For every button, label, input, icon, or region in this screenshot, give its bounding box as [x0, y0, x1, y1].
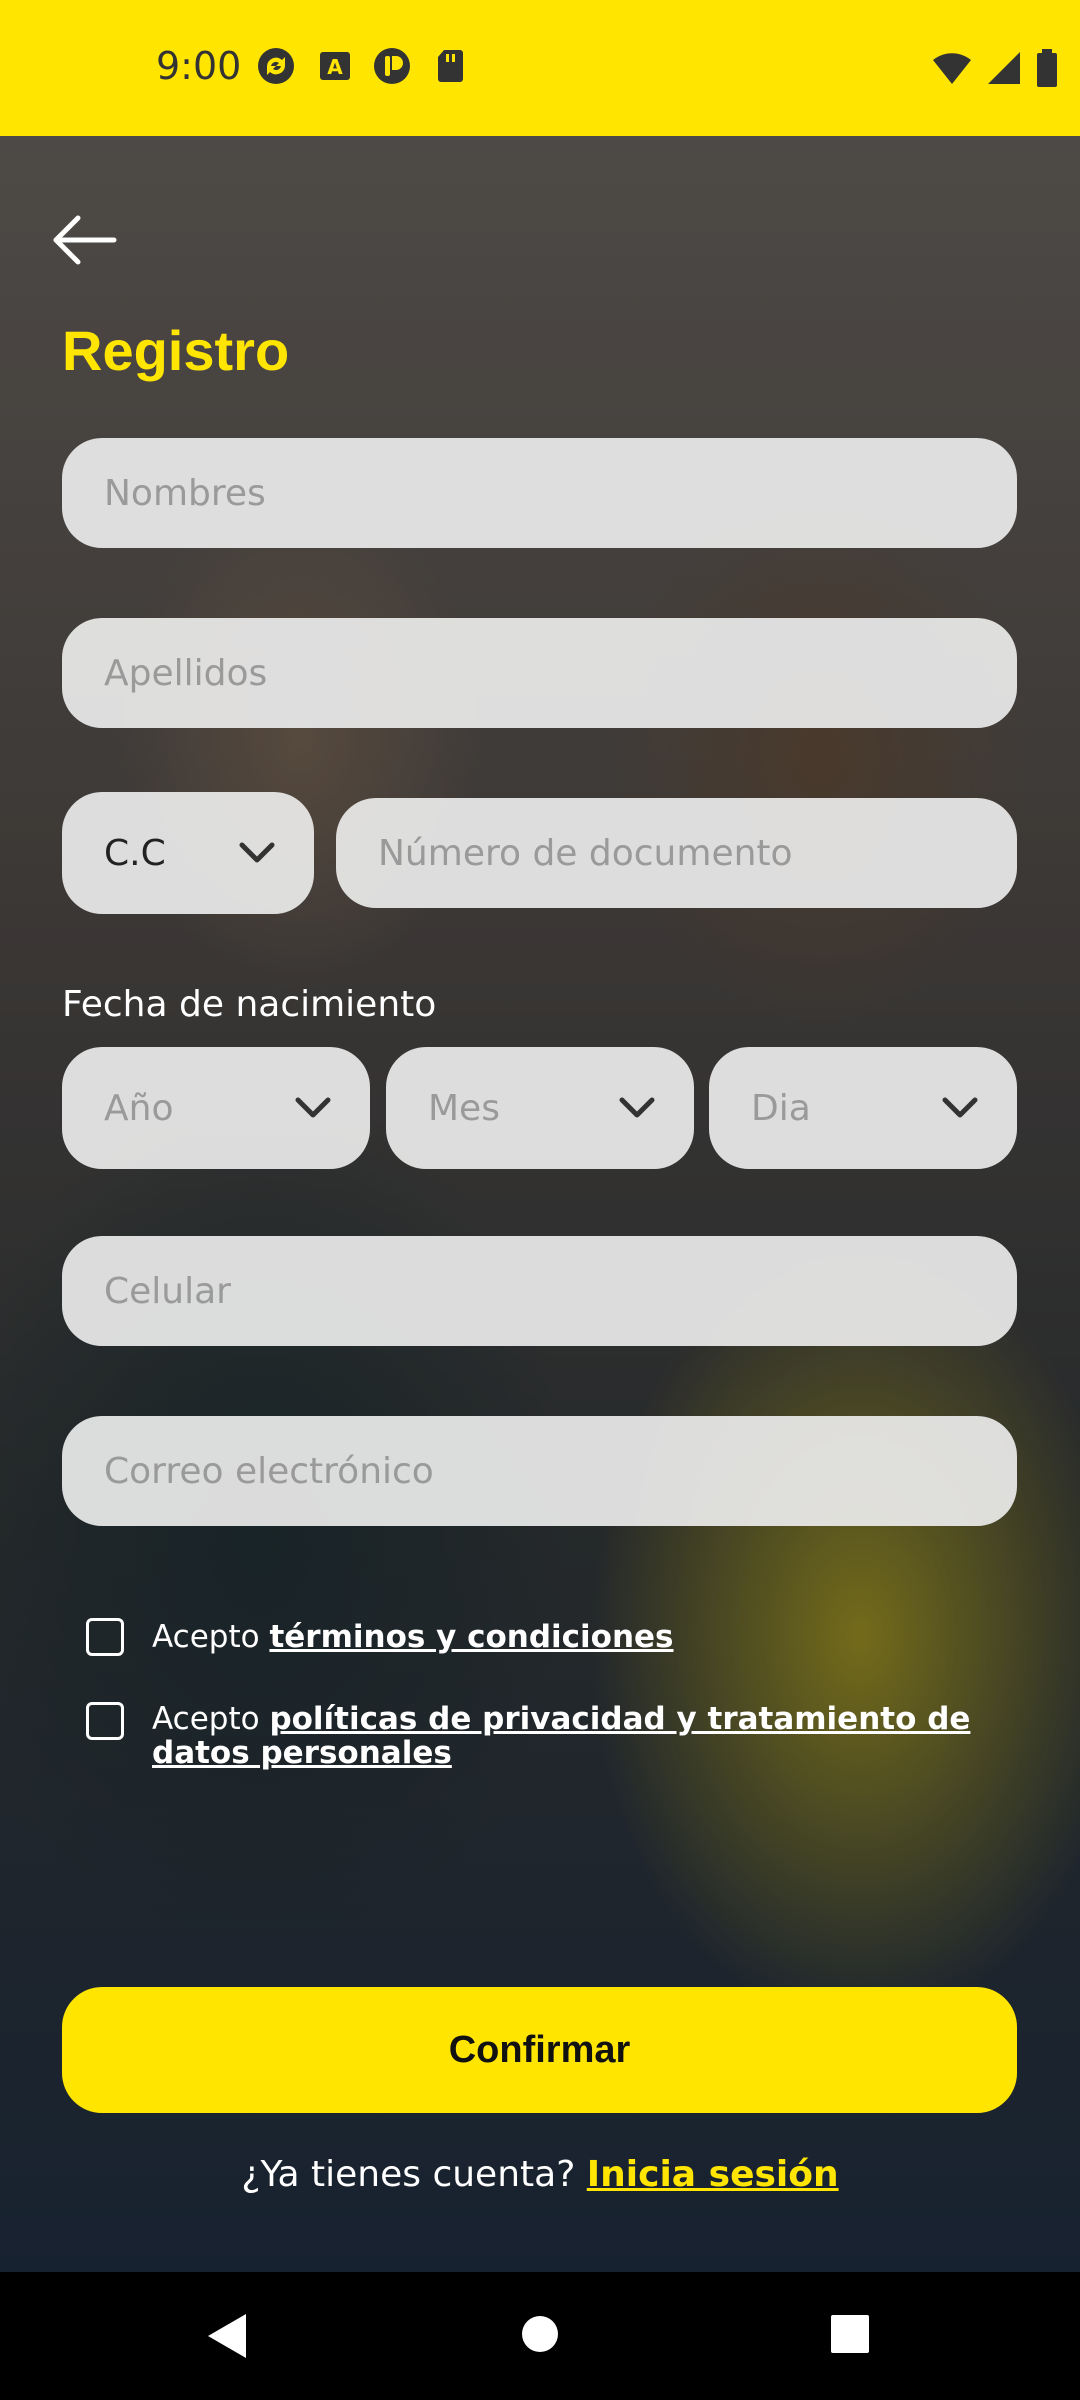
nav-back-icon[interactable]: [204, 2312, 250, 2360]
text-a-icon: A: [320, 52, 350, 80]
document-type-value: C.C: [104, 832, 166, 874]
system-nav-bar: [0, 2272, 1080, 2400]
document-type-select[interactable]: C.C: [62, 792, 314, 914]
email-field[interactable]: Correo electrónico: [62, 1416, 1017, 1526]
chevron-down-icon: [295, 1097, 331, 1118]
sync-icon: [258, 48, 294, 84]
wifi-icon: [933, 53, 971, 84]
terms-link[interactable]: términos y condiciones: [269, 1619, 673, 1655]
year-select[interactable]: Año: [62, 1047, 370, 1169]
apellidos-placeholder: Apellidos: [104, 652, 268, 694]
month-select[interactable]: Mes: [386, 1047, 694, 1169]
month-placeholder: Mes: [428, 1087, 500, 1129]
apellidos-field[interactable]: Apellidos: [62, 618, 1017, 728]
year-placeholder: Año: [104, 1087, 174, 1129]
nav-recents-icon[interactable]: [830, 2314, 870, 2354]
privacy-prefix: Acepto: [152, 1701, 260, 1737]
back-arrow-icon[interactable]: [48, 210, 128, 270]
terms-prefix: Acepto: [152, 1619, 260, 1655]
phone-field[interactable]: Celular: [62, 1236, 1017, 1346]
svg-text:A: A: [327, 55, 343, 79]
privacy-checkbox[interactable]: [86, 1702, 124, 1740]
pocket-icon: [374, 48, 410, 84]
chevron-down-icon: [942, 1097, 978, 1118]
confirm-button[interactable]: Confirmar: [62, 1987, 1017, 2113]
page-title: Registro: [62, 319, 290, 382]
login-prompt: ¿Ya tienes cuenta?: [241, 2154, 576, 2195]
document-number-placeholder: Número de documento: [378, 832, 793, 874]
signal-icon: [988, 52, 1020, 84]
document-number-field[interactable]: Número de documento: [336, 798, 1017, 908]
terms-text: Acepto términos y condiciones: [152, 1620, 1012, 1654]
chevron-down-icon: [619, 1097, 655, 1118]
chevron-down-icon: [239, 842, 275, 863]
day-placeholder: Dia: [751, 1087, 811, 1129]
nombres-placeholder: Nombres: [104, 472, 266, 514]
sd-card-icon: [438, 50, 463, 82]
email-placeholder: Correo electrónico: [104, 1450, 434, 1492]
nav-home-icon[interactable]: [520, 2314, 560, 2354]
battery-icon: [1037, 49, 1057, 87]
status-bar: 9:00 A: [0, 0, 1080, 136]
phone-placeholder: Celular: [104, 1270, 231, 1312]
privacy-text: Acepto políticas de privacidad y tratami…: [152, 1702, 1012, 1770]
status-right: [932, 48, 1058, 88]
login-prompt-line: ¿Ya tienes cuenta? Inicia sesión: [0, 2154, 1080, 2195]
nombres-field[interactable]: Nombres: [62, 438, 1017, 548]
birth-date-label: Fecha de nacimiento: [62, 984, 437, 1025]
day-select[interactable]: Dia: [709, 1047, 1017, 1169]
terms-checkbox[interactable]: [86, 1618, 124, 1656]
privacy-link[interactable]: políticas de privacidad y tratamiento de…: [152, 1701, 970, 1771]
login-link[interactable]: Inicia sesión: [587, 2154, 839, 2195]
status-time: 9:00: [156, 44, 242, 88]
